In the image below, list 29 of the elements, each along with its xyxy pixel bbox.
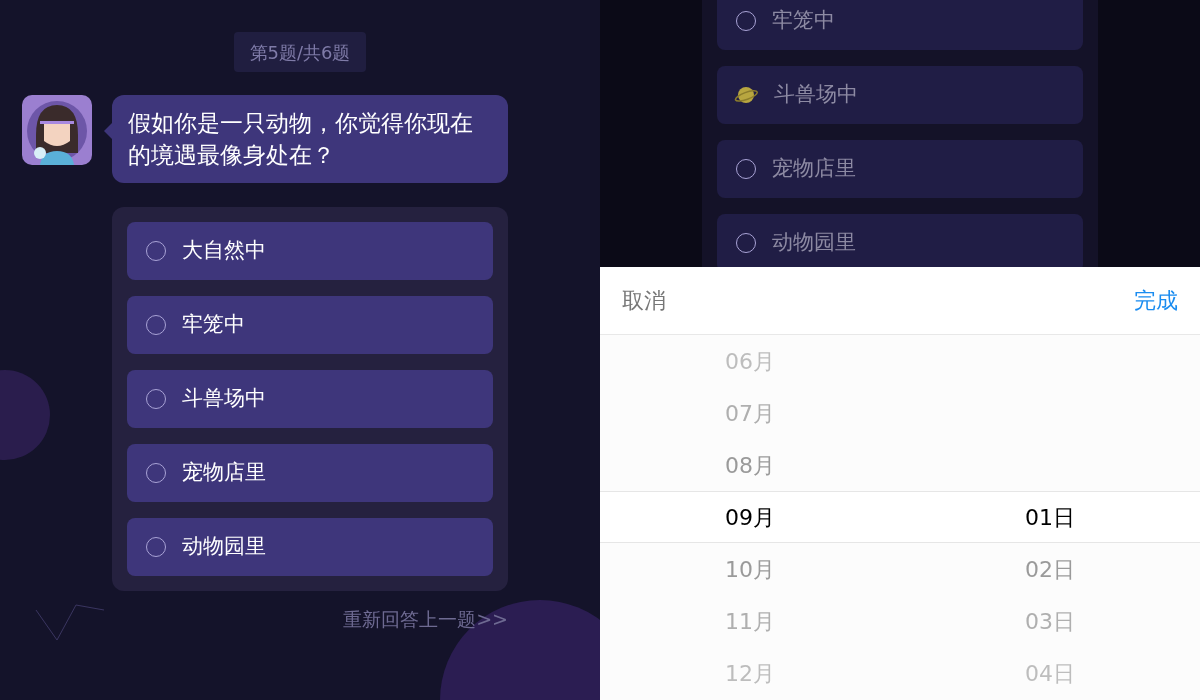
answer-option[interactable]: 宠物店里 bbox=[127, 444, 493, 502]
answer-option[interactable]: 牢笼中 bbox=[127, 296, 493, 354]
answer-option[interactable]: 斗兽场中 bbox=[717, 66, 1083, 124]
picker-option[interactable]: 08月 bbox=[725, 448, 775, 482]
progress-badge: 第5题/共6题 bbox=[233, 32, 367, 72]
option-label: 宠物店里 bbox=[772, 155, 856, 183]
answer-option[interactable]: 宠物店里 bbox=[717, 140, 1083, 198]
option-label: 斗兽场中 bbox=[182, 385, 266, 413]
done-button[interactable]: 完成 bbox=[1134, 284, 1178, 317]
option-label: 斗兽场中 bbox=[774, 81, 858, 109]
option-label: 动物园里 bbox=[182, 533, 266, 561]
avatar-icon bbox=[22, 95, 92, 165]
answer-option[interactable]: 斗兽场中 bbox=[127, 370, 493, 428]
question-bubble: 假如你是一只动物，你觉得你现在的境遇最像身处在？ bbox=[112, 95, 508, 183]
picker-option[interactable]: 10月 bbox=[725, 552, 775, 586]
answer-option[interactable]: 动物园里 bbox=[717, 214, 1083, 267]
picker-option[interactable]: 01日 bbox=[1025, 500, 1075, 534]
option-label: 宠物店里 bbox=[182, 459, 266, 487]
cancel-button[interactable]: 取消 bbox=[622, 284, 666, 317]
option-label: 大自然中 bbox=[182, 237, 266, 265]
picker-option[interactable]: 02日 bbox=[1025, 552, 1075, 586]
back-link[interactable]: 重新回答上一题>> bbox=[343, 605, 508, 634]
picker-option[interactable]: 09月 bbox=[725, 500, 775, 534]
option-label: 牢笼中 bbox=[772, 7, 835, 35]
option-label: 动物园里 bbox=[772, 229, 856, 257]
answer-option[interactable]: 牢笼中 bbox=[717, 0, 1083, 50]
option-label: 牢笼中 bbox=[182, 311, 245, 339]
answer-option[interactable]: 大自然中 bbox=[127, 222, 493, 280]
answer-option[interactable]: 动物园里 bbox=[127, 518, 493, 576]
